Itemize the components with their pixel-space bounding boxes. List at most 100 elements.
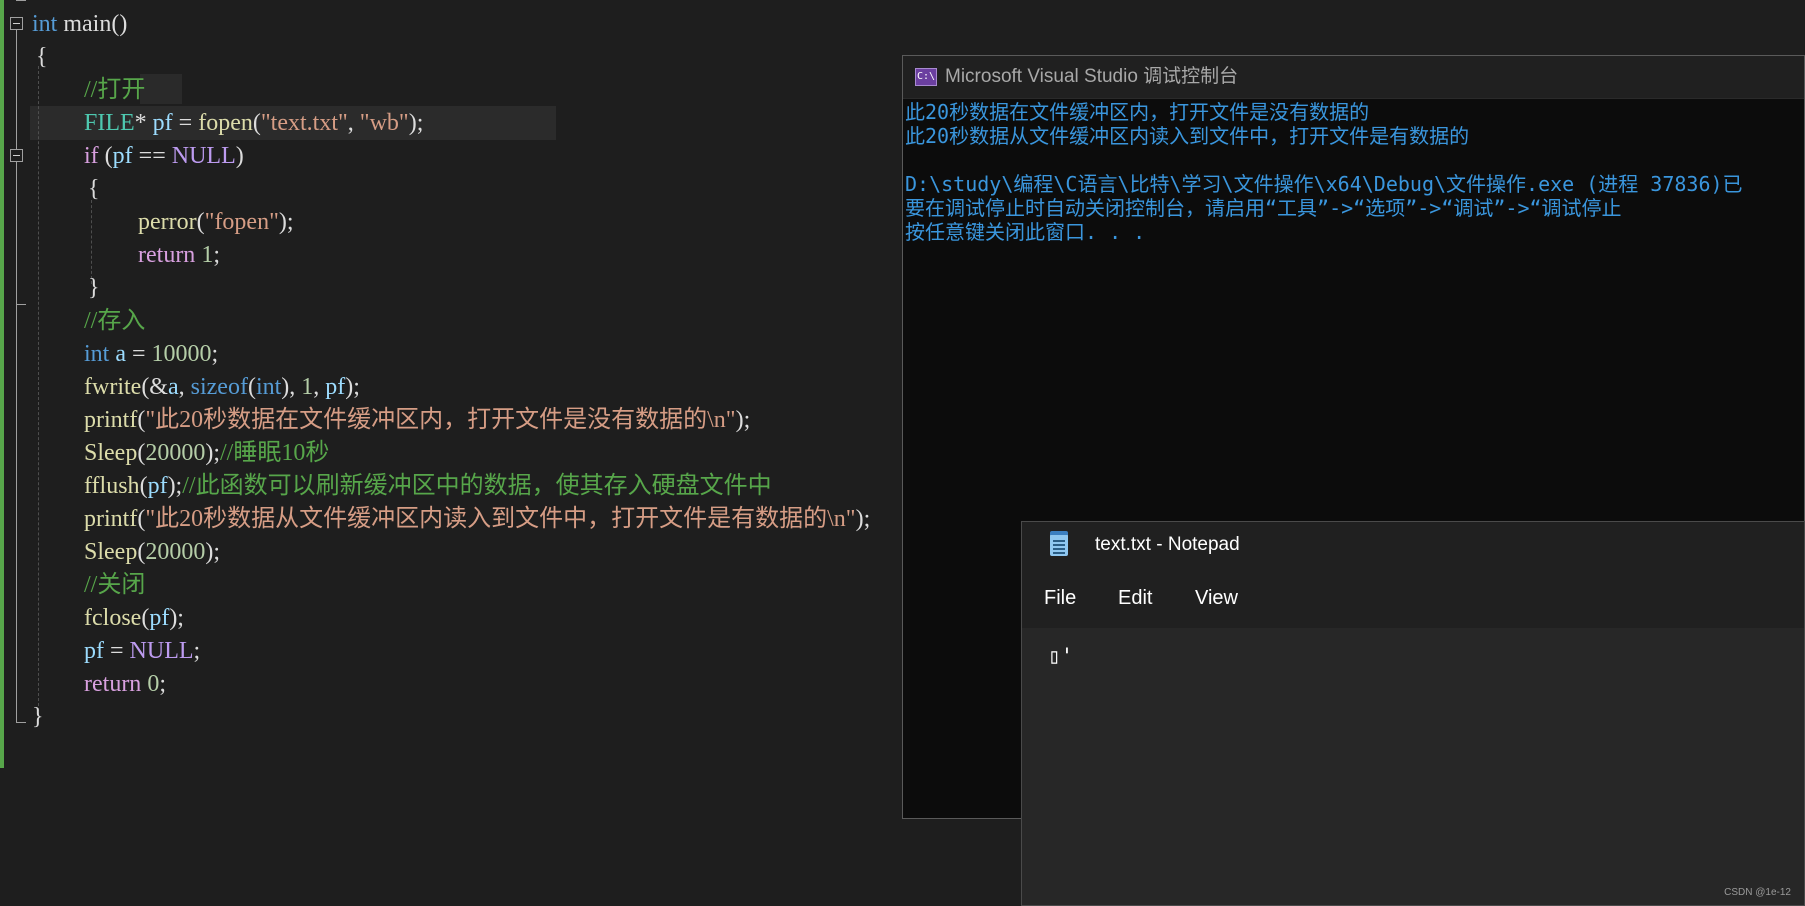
code-token: if <box>84 143 99 169</box>
code-token: sizeof <box>190 374 248 400</box>
notepad-content: ▯' <box>1048 644 1074 668</box>
code-line: printf("此20秒数据从文件缓冲区内读入到文件中，打开文件是有数据的\n"… <box>84 503 870 535</box>
code-token: , <box>347 110 360 136</box>
code-token: ); <box>167 473 183 499</box>
code-token: //打开 <box>84 77 146 103</box>
code-line: int main() <box>32 8 127 40</box>
code-token: return <box>138 242 196 268</box>
code-token: "text.txt" <box>260 110 348 136</box>
code-line: FILE* pf = fopen("text.txt", "wb"); <box>84 107 423 139</box>
code-token: ); <box>169 605 184 631</box>
code-token: pf <box>112 143 133 169</box>
code-token: NULL <box>171 143 236 169</box>
code-token: ); <box>205 440 220 466</box>
code-line: return 1; <box>138 239 220 271</box>
code-line: fwrite(&a, sizeof(int), 1, pf); <box>84 371 360 403</box>
code-token: Sleep <box>84 440 138 466</box>
console-output-line: 此20秒数据在文件缓冲区内，打开文件是没有数据的 <box>905 100 1370 124</box>
code-token: ); <box>345 374 360 400</box>
code-token: } <box>32 704 44 730</box>
code-line: { <box>88 173 100 205</box>
code-line: if (pf == NULL) <box>84 140 244 172</box>
code-line: } <box>32 701 44 733</box>
code-line: Sleep(20000);//睡眠10秒 <box>84 437 329 469</box>
code-token: //存入 <box>84 308 146 334</box>
code-line: int a = 10000; <box>84 338 218 370</box>
code-token: , <box>178 374 191 400</box>
code-token: fwrite <box>84 374 142 400</box>
menu-edit[interactable]: Edit <box>1118 568 1152 628</box>
code-line: printf("此20秒数据在文件缓冲区内，打开文件是没有数据的\n"); <box>84 404 750 436</box>
code-token: ( <box>139 473 148 499</box>
code-line: perror("fopen"); <box>138 206 294 238</box>
console-app-icon: C:\ <box>915 68 937 86</box>
code-token: printf <box>84 506 138 532</box>
code-token: pf <box>147 473 168 499</box>
console-title: Microsoft Visual Studio 调试控制台 <box>945 66 1239 87</box>
code-token: fopen <box>198 110 253 136</box>
code-token: ; <box>213 242 220 268</box>
code-token: NULL <box>129 638 194 664</box>
code-token: 1 <box>201 242 214 268</box>
notepad-title: text.txt - Notepad <box>1095 534 1240 555</box>
code-line: return 0; <box>84 668 166 700</box>
code-token: == <box>132 143 172 169</box>
menu-view[interactable]: View <box>1195 568 1238 628</box>
fold-toggle-if[interactable] <box>10 149 23 162</box>
console-output-line: 要在调试停止时自动关闭控制台，请启用“工具”->“选项”->“调试”->“调试停… <box>905 196 1622 220</box>
code-token: , <box>313 374 326 400</box>
code-token: perror <box>138 209 197 235</box>
code-line: } <box>88 272 100 304</box>
code-token: int <box>255 374 282 400</box>
code-token: fflush <box>84 473 140 499</box>
menu-file[interactable]: File <box>1044 568 1076 628</box>
code-token: //此函数可以刷新缓冲区中的数据，使其存入硬盘文件中 <box>182 473 772 499</box>
console-output-line: D:\study\编程\C语言\比特\学习\文件操作\x64\Debug\文件操… <box>905 172 1743 196</box>
code-line: fclose(pf); <box>84 602 184 634</box>
code-token: ; <box>193 638 201 664</box>
notepad-text-area[interactable]: ▯' <box>1022 628 1804 905</box>
code-token: 10000 <box>151 341 212 367</box>
code-token: printf <box>84 407 138 433</box>
code-token: = <box>104 638 130 664</box>
notepad-icon <box>1050 531 1068 556</box>
code-token: 0 <box>147 671 160 697</box>
code-token: a <box>115 341 126 367</box>
code-token: int <box>84 341 110 367</box>
notepad-menubar: File Edit View <box>1022 568 1804 628</box>
code-token: } <box>88 275 100 301</box>
code-token: = <box>126 341 152 367</box>
notepad-window[interactable]: text.txt - Notepad File Edit View ▯' <box>1021 521 1805 906</box>
code-token: ( <box>196 209 205 235</box>
code-token: return <box>84 671 142 697</box>
code-token: a <box>167 374 179 400</box>
code-token: ) <box>235 143 244 169</box>
code-line: pf = NULL; <box>84 635 200 667</box>
code-token: * <box>134 110 153 136</box>
code-token: 1 <box>301 374 314 400</box>
code-line: //关闭 <box>84 569 145 601</box>
change-tracking-bar <box>0 0 4 768</box>
code-token: FILE <box>84 110 135 136</box>
fold-line-main <box>16 30 17 722</box>
console-titlebar[interactable]: C:\ Microsoft Visual Studio 调试控制台 <box>903 56 1804 99</box>
fold-toggle-main[interactable] <box>10 17 23 30</box>
fold-line-if <box>16 162 17 304</box>
code-token: pf <box>325 374 346 400</box>
code-line: //打开 <box>84 74 145 106</box>
code-token: "wb" <box>359 110 409 136</box>
code-token: ); <box>855 506 871 532</box>
word-highlight <box>140 74 182 104</box>
code-token: 20000 <box>145 440 206 466</box>
code-token: ); <box>735 407 751 433</box>
code-token: = <box>172 110 199 136</box>
console-output: 此20秒数据在文件缓冲区内，打开文件是没有数据的 此20秒数据从文件缓冲区内读入到… <box>905 100 1804 244</box>
notepad-titlebar[interactable]: text.txt - Notepad <box>1022 522 1804 568</box>
code-token: pf <box>149 605 170 631</box>
code-token: fclose <box>84 605 142 631</box>
code-token: ( <box>252 110 261 136</box>
fold-end-main <box>16 722 26 723</box>
code-token: //关闭 <box>84 572 146 598</box>
code-token: //睡眠10秒 <box>220 440 330 466</box>
watermark: CSDN @1e-12 <box>1724 887 1791 898</box>
